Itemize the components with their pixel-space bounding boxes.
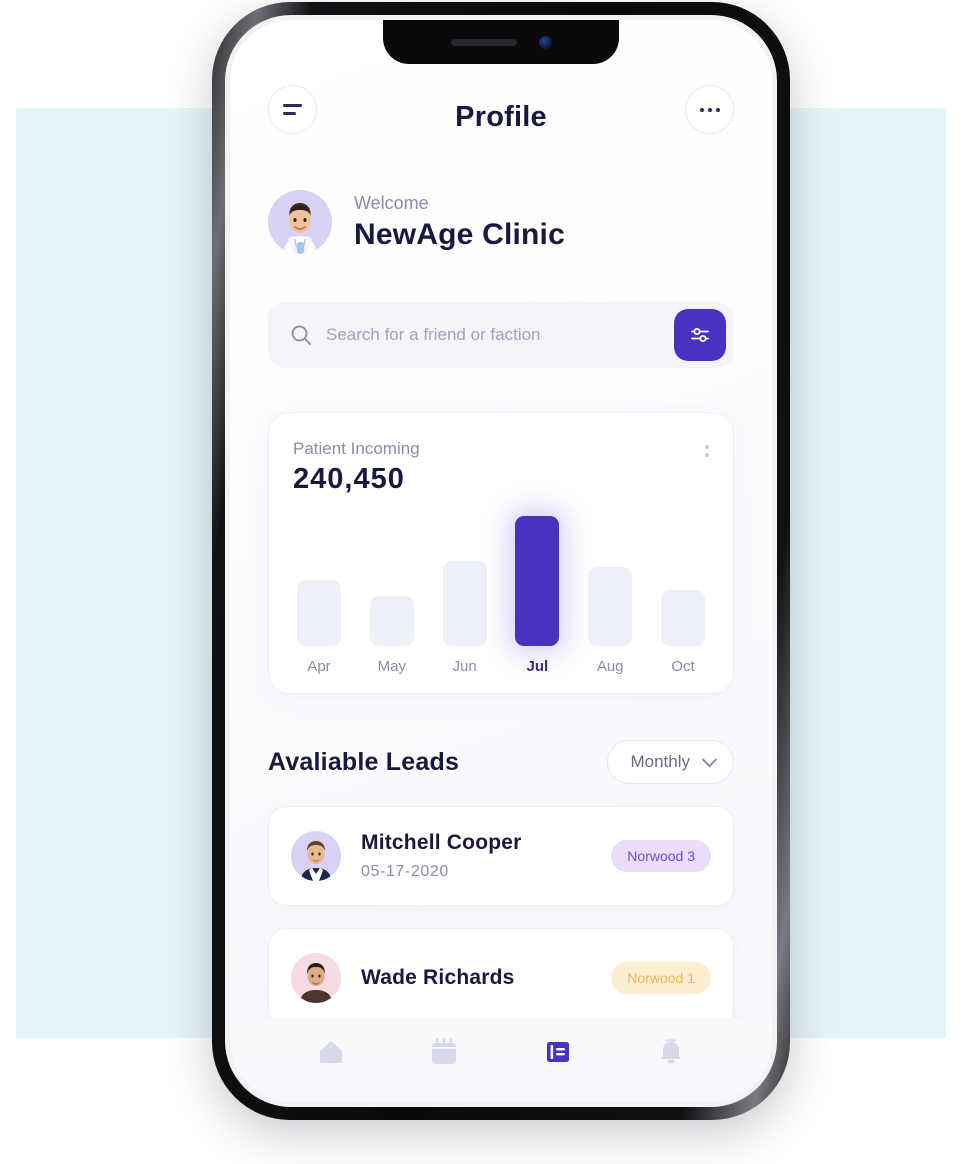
welcome-text-block: Welcome NewAge Clinic — [354, 193, 565, 252]
bar-column[interactable] — [588, 567, 633, 646]
notes-book-icon — [546, 1042, 569, 1062]
bar-column[interactable] — [442, 561, 487, 646]
nav-item-calendar[interactable] — [427, 1035, 461, 1069]
home-icon — [319, 1041, 342, 1063]
hamburger-icon — [283, 104, 302, 115]
more-options-button[interactable] — [685, 85, 734, 134]
lead-name: Mitchell Cooper — [361, 831, 522, 854]
chart-card-titles: Patient Incoming 240,450 — [293, 439, 420, 496]
bar-label: Aug — [596, 658, 624, 675]
lead-avatar-male-suit — [291, 831, 341, 881]
lead-avatar — [291, 831, 341, 881]
period-label: Monthly — [630, 752, 690, 771]
chart-value: 240,450 — [293, 463, 405, 495]
bar[interactable] — [369, 596, 414, 646]
bar-chart — [293, 514, 709, 646]
leads-title: Avaliable Leads — [268, 747, 460, 776]
doctor-avatar[interactable] — [268, 190, 332, 254]
bar-label: Oct — [671, 658, 695, 675]
search-icon — [291, 325, 311, 345]
period-selector[interactable]: Monthly — [607, 740, 734, 784]
lead-date: 05-17-2020 — [361, 863, 449, 880]
bell-icon — [661, 1039, 682, 1064]
phone-bezel: Profile Welcome NewAge Clinic Search for… — [225, 15, 777, 1107]
phone-notch — [383, 20, 619, 64]
welcome-greeting: Welcome — [354, 192, 429, 213]
lead-meta: Mitchell Cooper 05-17-2020 — [361, 831, 591, 881]
leads-header: Avaliable Leads Monthly — [268, 740, 734, 784]
patient-incoming-card[interactable]: Patient Incoming 240,450 Apr May Jun Jul Aug… — [268, 412, 734, 694]
lead-meta: Wade Richards — [361, 966, 591, 990]
bar[interactable] — [588, 567, 633, 646]
bar[interactable] — [297, 580, 341, 646]
status-badge: Norwood 3 — [611, 840, 711, 872]
more-dots-icon — [699, 107, 720, 112]
menu-button[interactable] — [268, 85, 317, 134]
bar-label: May — [377, 658, 406, 675]
search-input[interactable] — [326, 325, 660, 345]
bar[interactable] — [442, 561, 487, 646]
front-camera-icon — [538, 35, 552, 49]
bar-column[interactable] — [297, 580, 341, 646]
bar-column[interactable] — [369, 596, 414, 646]
speaker-grille-icon — [450, 38, 517, 46]
bar-active[interactable] — [515, 516, 560, 646]
welcome-row: Welcome NewAge Clinic — [268, 190, 734, 254]
lead-card[interactable]: Mitchell Cooper 05-17-2020 Norwood 3 — [268, 806, 734, 906]
bar-chart-labels: Apr May Jun Jul Aug Oct — [293, 658, 709, 675]
doctor-avatar-art — [268, 190, 332, 254]
status-badge: Norwood 1 — [611, 962, 711, 994]
lead-card[interactable]: Wade Richards Norwood 1 — [268, 928, 734, 1018]
lead-avatar-male-casual — [291, 953, 341, 1003]
lead-avatar — [291, 953, 341, 1003]
bar[interactable] — [660, 590, 705, 646]
calendar-icon — [432, 1038, 457, 1064]
chart-label: Patient Incoming — [293, 439, 420, 458]
app-scroll-area[interactable]: Profile Welcome NewAge Clinic Search for… — [230, 20, 772, 1018]
bar-label: Apr — [307, 658, 331, 675]
bottom-navigation — [230, 1018, 772, 1102]
search-bar[interactable] — [268, 302, 734, 368]
bar-column[interactable] — [515, 516, 560, 646]
vertical-dots-icon[interactable] — [705, 439, 709, 457]
bar-column[interactable] — [660, 590, 705, 646]
chevron-down-icon — [701, 751, 718, 767]
nav-item-notifications[interactable] — [654, 1035, 688, 1069]
nav-item-notes[interactable] — [541, 1035, 575, 1069]
phone-screen: Profile Welcome NewAge Clinic Search for… — [230, 20, 772, 1102]
bar-label: Jul — [526, 658, 549, 675]
app-container: Profile Welcome NewAge Clinic Search for… — [230, 20, 772, 1102]
phone-device-frame: Profile Welcome NewAge Clinic Search for… — [212, 2, 790, 1120]
filter-button[interactable] — [674, 309, 726, 361]
clinic-name: NewAge Clinic — [354, 217, 565, 251]
chart-card-header: Patient Incoming 240,450 — [293, 439, 709, 496]
bar-label: Jun — [452, 658, 477, 675]
screenshot-root: Profile Welcome NewAge Clinic Search for… — [0, 0, 964, 1164]
sliders-filter-icon — [691, 328, 709, 342]
nav-item-home[interactable] — [314, 1035, 348, 1069]
lead-name: Wade Richards — [361, 966, 515, 989]
page-title: Profile — [455, 101, 547, 133]
